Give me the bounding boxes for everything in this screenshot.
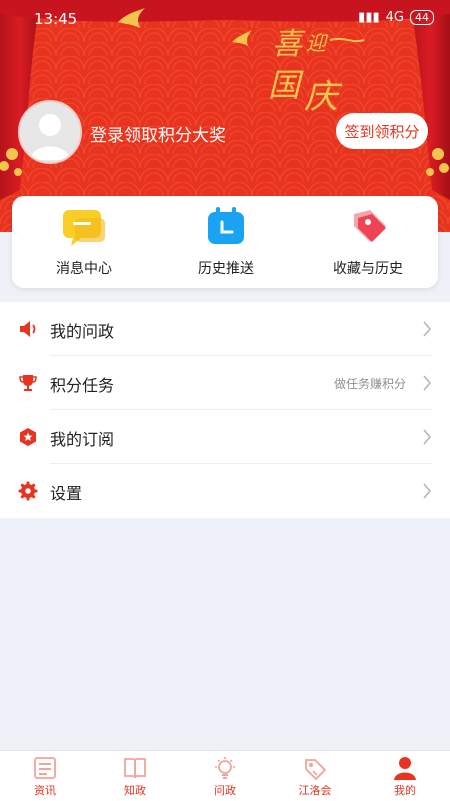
- status-time: 13:45: [34, 10, 78, 28]
- menu-item-label: 我的问政: [50, 322, 115, 341]
- tab-inquiry[interactable]: 问政: [180, 751, 270, 801]
- network-label: 4G: [385, 10, 404, 25]
- quick-action-label: 收藏与历史: [333, 261, 403, 277]
- tab-label: 江洛会: [298, 784, 332, 797]
- quick-action-favorites-history[interactable]: 收藏与历史: [308, 204, 428, 284]
- tab-mine[interactable]: 我的: [360, 751, 450, 801]
- tab-label: 资讯: [34, 784, 56, 797]
- tab-label: 我的: [394, 784, 416, 797]
- menu-item-label: 积分任务: [50, 376, 115, 395]
- status-bar: 13:45 ▮▮▮ 4G 44: [0, 0, 450, 38]
- login-prompt[interactable]: 登录领取积分大奖: [90, 121, 226, 146]
- chevron-right-icon: [423, 321, 432, 337]
- calendar-icon: [208, 207, 244, 244]
- menu-item-label: 我的订阅: [50, 430, 115, 449]
- message-icon: [63, 210, 105, 246]
- svg-text:国: 国: [268, 66, 304, 104]
- menu-item-points-tasks[interactable]: 积分任务 做任务赚积分: [0, 356, 450, 410]
- person-icon: [394, 757, 416, 780]
- tab-news[interactable]: 资讯: [0, 751, 90, 801]
- bottom-tab-bar: 资讯 知政 问政 江洛会 我的: [0, 750, 450, 801]
- quick-action-history-push[interactable]: 历史推送: [166, 204, 286, 284]
- battery-icon: 44: [410, 10, 434, 25]
- tab-label: 问政: [214, 784, 236, 797]
- avatar[interactable]: [18, 100, 82, 164]
- quick-action-label: 历史推送: [198, 261, 254, 277]
- chevron-right-icon: [423, 375, 432, 391]
- chevron-right-icon: [423, 483, 432, 499]
- book-icon: [124, 758, 146, 779]
- menu-item-label: 设置: [50, 484, 83, 503]
- menu-item-hint: 做任务赚积分: [333, 377, 406, 391]
- tab-jiangluohui[interactable]: 江洛会: [270, 751, 360, 801]
- tab-policy[interactable]: 知政: [90, 751, 180, 801]
- default-avatar-icon: [20, 102, 80, 162]
- gear-icon: [18, 481, 38, 501]
- menu-item-my-subscriptions[interactable]: 我的订阅: [0, 410, 450, 464]
- speaker-icon: [20, 321, 36, 337]
- signal-icon: ▮▮▮: [358, 10, 380, 25]
- quick-action-label: 消息中心: [56, 261, 112, 277]
- signin-points-button[interactable]: 签到领积分: [336, 113, 428, 149]
- trophy-icon: [19, 375, 37, 391]
- news-icon: [34, 757, 56, 779]
- svg-text:庆: 庆: [304, 77, 343, 117]
- settings-menu-list: 我的问政 积分任务 做任务赚积分 我的订阅 设置: [0, 302, 450, 518]
- tab-label: 知政: [124, 784, 146, 797]
- tag-icon: [305, 759, 327, 780]
- star-badge-icon: [20, 428, 36, 446]
- quick-action-message-center[interactable]: 消息中心: [24, 204, 144, 284]
- bulb-icon: [215, 757, 235, 779]
- tag-icon: [354, 210, 386, 242]
- menu-item-my-inquiries[interactable]: 我的问政: [0, 302, 450, 356]
- quick-actions-card: 消息中心 历史推送 收藏与历史: [12, 196, 438, 288]
- menu-item-settings[interactable]: 设置: [0, 464, 450, 518]
- chevron-right-icon: [423, 429, 432, 445]
